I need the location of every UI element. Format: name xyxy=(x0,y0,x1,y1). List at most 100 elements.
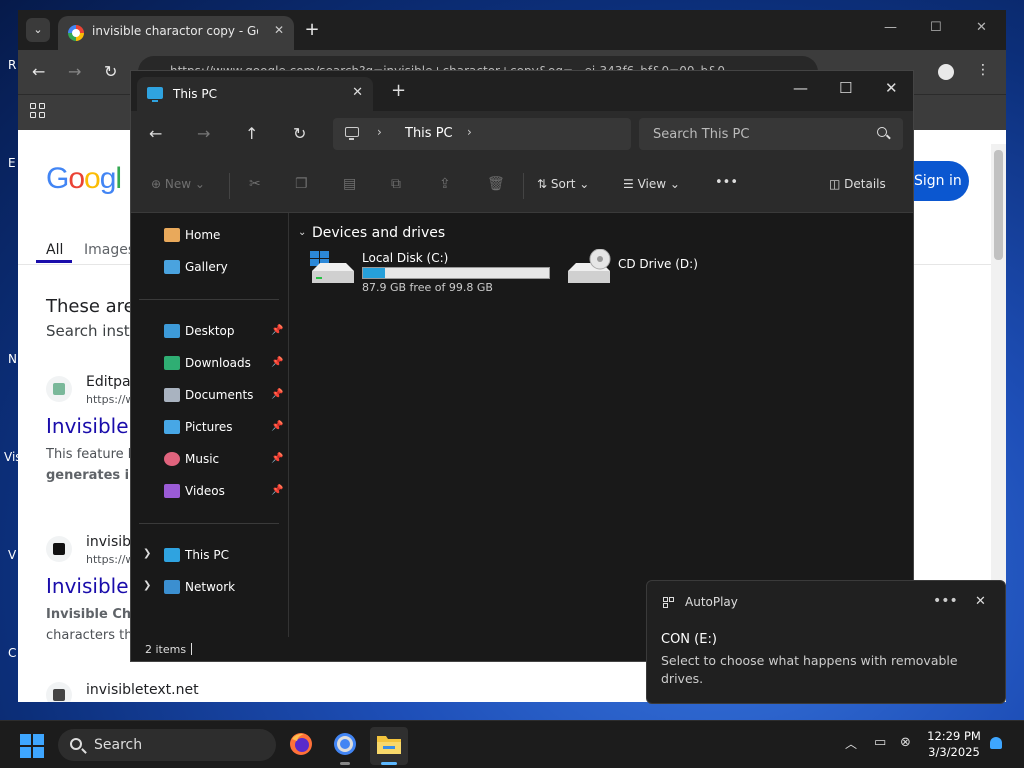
breadcrumb[interactable]: This PC xyxy=(405,126,453,141)
sidebar-item-network[interactable]: ❯ Network xyxy=(131,573,287,601)
chevron-right-icon[interactable]: › xyxy=(467,125,472,139)
chevron-right-icon[interactable]: › xyxy=(377,125,382,139)
notification-bell-icon[interactable] xyxy=(990,737,1002,749)
result-url[interactable]: https://w xyxy=(86,393,134,406)
more-options-button[interactable]: ••• xyxy=(715,175,738,190)
drive-cd-d[interactable]: CD Drive (D:) xyxy=(566,249,716,299)
desktop-icon-label[interactable]: N xyxy=(8,352,17,366)
tab-search-dropdown-icon[interactable]: ⌄ xyxy=(26,18,50,42)
notification-app-name: AutoPlay xyxy=(685,595,738,609)
sidebar-item-home[interactable]: Home xyxy=(131,221,287,249)
clock-date[interactable]: 3/3/2025 xyxy=(924,745,984,759)
maximize-icon[interactable]: ☐ xyxy=(839,79,852,97)
pin-icon[interactable]: 📌 xyxy=(271,357,283,368)
autoplay-notification[interactable]: AutoPlay ••• ✕ CON (E:) Select to choose… xyxy=(646,580,1006,704)
clock-time[interactable]: 12:29 PM xyxy=(924,729,984,743)
refresh-icon[interactable]: ↻ xyxy=(293,124,306,143)
chevron-right-icon[interactable]: ❯ xyxy=(143,580,151,591)
view-button[interactable]: ☰ View ⌄ xyxy=(623,177,680,191)
desktop-icon-label[interactable]: C xyxy=(8,646,16,660)
forward-arrow-icon[interactable]: → xyxy=(68,62,81,81)
copy-icon[interactable]: ❐ xyxy=(295,176,308,192)
close-icon[interactable]: ✕ xyxy=(885,79,898,97)
sidebar-item-pictures[interactable]: Pictures 📌 xyxy=(131,413,287,441)
pin-icon[interactable]: 📌 xyxy=(271,485,283,496)
delete-icon[interactable]: 🗑 xyxy=(487,176,505,192)
taskbar-app-firefox[interactable] xyxy=(282,727,320,765)
notice-subtext[interactable]: Search inste xyxy=(46,322,139,340)
section-header[interactable]: Devices and drives xyxy=(312,225,445,241)
sidebar-item-videos[interactable]: Videos 📌 xyxy=(131,477,287,505)
sidebar-item-documents[interactable]: Documents 📌 xyxy=(131,381,287,409)
share-icon[interactable]: ⇪ xyxy=(439,176,451,192)
address-bar[interactable]: › This PC › xyxy=(333,118,631,150)
sidebar-item-desktop[interactable]: Desktop 📌 xyxy=(131,317,287,345)
sidebar-item-downloads[interactable]: Downloads 📌 xyxy=(131,349,287,377)
profile-avatar-icon[interactable] xyxy=(938,64,954,80)
new-button[interactable]: ⊕ New ⌄ xyxy=(151,177,205,191)
scrollbar-thumb[interactable] xyxy=(994,150,1003,260)
rename-icon[interactable]: ⧉ xyxy=(391,176,401,192)
paste-icon[interactable]: ▤ xyxy=(343,176,356,192)
chevron-up-icon[interactable]: ︿ xyxy=(845,735,857,752)
music-icon xyxy=(164,452,180,466)
chrome-tab[interactable]: invisible charactor copy - Goog ✕ xyxy=(58,16,294,50)
volume-muted-icon[interactable]: ⊗ xyxy=(900,735,911,750)
search-icon[interactable] xyxy=(877,127,887,137)
drive-local-disk-c[interactable]: Local Disk (C:) 87.9 GB free of 99.8 GB xyxy=(310,249,560,299)
kebab-menu-icon[interactable]: ⋮ xyxy=(976,62,990,78)
result-site-name[interactable]: invisibletext.net xyxy=(86,682,199,698)
minimize-icon[interactable]: — xyxy=(793,79,808,97)
taskbar-search-box[interactable]: Search xyxy=(58,729,276,761)
search-input[interactable] xyxy=(639,118,903,150)
result-url[interactable]: https://w xyxy=(86,553,134,566)
google-logo[interactable]: Googl xyxy=(46,162,122,196)
tab-all[interactable]: All xyxy=(46,242,63,258)
reload-icon[interactable]: ↻ xyxy=(104,62,117,81)
maximize-icon[interactable]: ☐ xyxy=(930,20,942,35)
tab-images[interactable]: Images xyxy=(84,242,135,258)
pin-icon[interactable]: 📌 xyxy=(271,453,283,464)
chevron-down-icon[interactable]: ⌄ xyxy=(298,227,306,238)
forward-arrow-icon[interactable]: → xyxy=(197,124,210,143)
sidebar-item-music[interactable]: Music 📌 xyxy=(131,445,287,473)
network-status-icon[interactable]: ▭ xyxy=(874,735,886,750)
monitor-icon xyxy=(345,127,359,140)
explorer-tab[interactable]: This PC ✕ xyxy=(137,77,373,111)
pin-icon[interactable]: 📌 xyxy=(271,325,283,336)
sort-button[interactable]: ⇅ Sort ⌄ xyxy=(537,177,589,191)
google-favicon-icon xyxy=(68,25,84,41)
more-options-button[interactable]: ••• xyxy=(933,593,958,609)
notification-title: CON (E:) xyxy=(661,632,717,647)
apps-grid-icon[interactable] xyxy=(30,103,46,119)
details-button-label: Details xyxy=(844,177,886,191)
desktop-icon-label[interactable]: R xyxy=(8,58,16,72)
sidebar-item-label: Home xyxy=(185,228,221,242)
picture-icon xyxy=(164,420,180,434)
close-icon[interactable]: ✕ xyxy=(352,85,363,100)
chevron-right-icon[interactable]: ❯ xyxy=(143,548,151,559)
cut-icon[interactable]: ✂ xyxy=(249,176,261,192)
content-pane: ⌄ Devices and drives Local Disk (C:) 87.… xyxy=(290,213,913,637)
drive-name: CD Drive (D:) xyxy=(618,257,698,271)
windows-start-icon[interactable] xyxy=(20,734,44,758)
pin-icon[interactable]: 📌 xyxy=(271,421,283,432)
sidebar-item-gallery[interactable]: Gallery xyxy=(131,253,287,281)
sidebar-item-this-pc[interactable]: ❯ This PC xyxy=(131,541,287,569)
close-icon[interactable]: ✕ xyxy=(975,594,986,609)
taskbar-app-file-explorer[interactable] xyxy=(370,727,408,765)
close-icon[interactable]: ✕ xyxy=(274,23,284,37)
desktop-icon-label[interactable]: E xyxy=(8,156,16,170)
new-tab-plus-icon[interactable]: + xyxy=(300,18,324,42)
desktop-icon-label[interactable]: V xyxy=(8,548,16,562)
taskbar-app-chrome[interactable] xyxy=(326,727,364,765)
back-arrow-icon[interactable]: ← xyxy=(149,124,162,143)
pin-icon[interactable]: 📌 xyxy=(271,389,283,400)
close-icon[interactable]: ✕ xyxy=(976,20,987,35)
up-arrow-icon[interactable]: ↑ xyxy=(245,124,258,143)
minimize-icon[interactable]: — xyxy=(884,20,897,35)
sidebar-item-label: Downloads xyxy=(185,356,251,370)
details-button[interactable]: ◫ Details xyxy=(829,177,886,191)
new-tab-plus-icon[interactable]: + xyxy=(391,81,406,101)
back-arrow-icon[interactable]: ← xyxy=(32,62,45,81)
